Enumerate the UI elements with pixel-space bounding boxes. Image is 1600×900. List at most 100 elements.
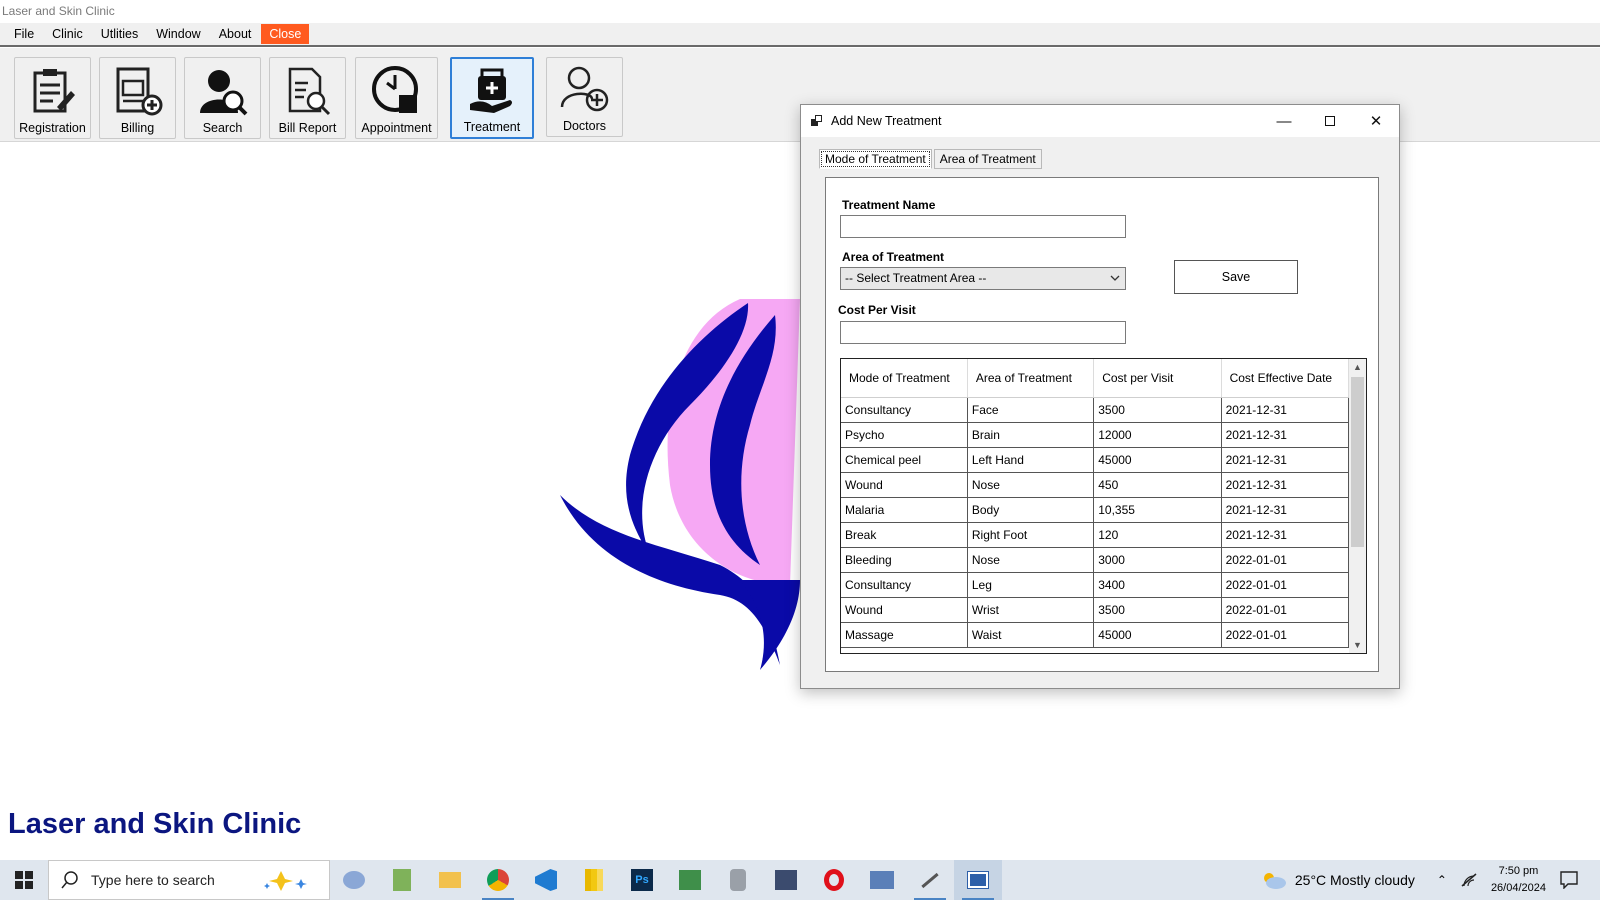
wifi-icon[interactable] [1461,873,1477,887]
appointment-button[interactable]: Appointment [355,57,438,139]
cell-cost[interactable]: 3000 [1093,547,1222,573]
cell-date[interactable]: 2021-12-31 [1221,472,1350,498]
cell-date[interactable]: 2021-12-31 [1221,397,1350,423]
table-row[interactable]: Chemical peel Left Hand 45000 2021-12-31 [841,447,1350,473]
taskbar-app-remote[interactable] [858,860,906,900]
close-button[interactable]: ✕ [1353,105,1399,137]
cost-per-visit-input[interactable] [840,321,1126,344]
table-row[interactable]: Wound Wrist 3500 2022-01-01 [841,597,1350,623]
taskbar-app-powerbi[interactable] [570,860,618,900]
cell-mode[interactable]: Chemical peel [841,447,968,473]
cell-date[interactable]: 2022-01-01 [1221,597,1350,623]
treatment-name-input[interactable] [840,215,1126,238]
billing-button[interactable]: Billing [99,57,176,139]
table-row[interactable]: Break Right Foot 120 2021-12-31 [841,522,1350,548]
taskbar-app-paint[interactable] [330,860,378,900]
cell-cost[interactable]: 45000 [1093,622,1222,648]
cell-mode[interactable]: Bleeding [841,547,968,573]
cell-area[interactable]: Waist [967,622,1095,648]
col-cost-effective-date[interactable]: Cost Effective Date [1221,359,1350,398]
tab-mode-of-treatment[interactable]: Mode of Treatment [819,149,932,169]
cell-cost[interactable]: 45000 [1093,447,1222,473]
area-of-treatment-select[interactable]: -- Select Treatment Area -- [840,267,1126,290]
cell-date[interactable]: 2022-01-01 [1221,547,1350,573]
table-row[interactable]: Consultancy Face 3500 2021-12-31 [841,397,1350,423]
taskbar-app-notepad[interactable] [378,860,426,900]
menu-utilities[interactable]: Utlities [93,24,147,44]
table-row[interactable]: Bleeding Nose 3000 2022-01-01 [841,547,1350,573]
cell-cost[interactable]: 120 [1093,522,1222,548]
col-mode-of-treatment[interactable]: Mode of Treatment [841,359,968,398]
cell-area[interactable]: Left Hand [967,447,1095,473]
cell-mode[interactable]: Break [841,522,968,548]
maximize-button[interactable] [1307,105,1353,137]
scroll-down-icon[interactable]: ▼ [1349,637,1366,653]
taskbar-app-opera[interactable] [810,860,858,900]
cell-area[interactable]: Brain [967,422,1095,448]
minimize-button[interactable]: — [1261,105,1307,137]
doctors-button[interactable]: Doctors [546,57,623,137]
cell-cost[interactable]: 3500 [1093,597,1222,623]
cell-area[interactable]: Wrist [967,597,1095,623]
menu-close[interactable]: Close [261,24,310,44]
scroll-up-icon[interactable]: ▲ [1349,359,1366,375]
table-row[interactable]: Malaria Body 10,355 2021-12-31 [841,497,1350,523]
save-button[interactable]: Save [1174,260,1298,294]
cell-cost[interactable]: 3500 [1093,397,1222,423]
taskbar-app-sql-studio[interactable] [762,860,810,900]
cell-mode[interactable]: Consultancy [841,572,968,598]
cell-cost[interactable]: 10,355 [1093,497,1222,523]
notification-icon[interactable] [1560,871,1578,889]
cell-area[interactable]: Face [967,397,1095,423]
table-row[interactable]: Consultancy Leg 3400 2022-01-01 [841,572,1350,598]
table-row[interactable]: Massage Waist 45000 2022-01-01 [841,622,1350,648]
bill-report-button[interactable]: Bill Report [269,57,346,139]
search-button[interactable]: Search [184,57,261,139]
menu-clinic[interactable]: Clinic [44,24,91,44]
table-row[interactable]: Psycho Brain 12000 2021-12-31 [841,422,1350,448]
table-row[interactable]: Wound Nose 450 2021-12-31 [841,472,1350,498]
weather-text[interactable]: 25°C Mostly cloudy [1295,872,1415,888]
cell-mode[interactable]: Wound [841,472,968,498]
menu-about[interactable]: About [211,24,260,44]
cell-cost[interactable]: 450 [1093,472,1222,498]
cell-date[interactable]: 2021-12-31 [1221,447,1350,473]
cell-mode[interactable]: Psycho [841,422,968,448]
registration-button[interactable]: Registration [14,57,91,139]
system-clock[interactable]: 7:50 pm 26/04/2024 [1491,863,1546,897]
start-button[interactable] [0,860,48,900]
cell-date[interactable]: 2021-12-31 [1221,422,1350,448]
tab-area-of-treatment[interactable]: Area of Treatment [933,149,1042,169]
cell-mode[interactable]: Massage [841,622,968,648]
cell-date[interactable]: 2021-12-31 [1221,522,1350,548]
taskbar-app-vscode[interactable] [522,860,570,900]
taskbar-app-excel-tool[interactable] [666,860,714,900]
treatment-button[interactable]: Treatment [450,57,534,139]
taskbar-search[interactable]: Type here to search [48,860,330,900]
tray-chevron-up-icon[interactable]: ⌃ [1437,873,1447,887]
col-area-of-treatment[interactable]: Area of Treatment [967,359,1095,398]
menu-file[interactable]: File [6,24,42,44]
cell-area[interactable]: Nose [967,472,1095,498]
menu-window[interactable]: Window [148,24,208,44]
scroll-thumb[interactable] [1351,377,1364,547]
cell-cost[interactable]: 3400 [1093,572,1222,598]
taskbar-app-photoshop[interactable]: Ps [618,860,666,900]
taskbar-app-clinic[interactable] [954,860,1002,900]
taskbar-app-explorer[interactable] [426,860,474,900]
cell-mode[interactable]: Wound [841,597,968,623]
cell-mode[interactable]: Malaria [841,497,968,523]
taskbar-app-chrome[interactable] [474,860,522,900]
cell-date[interactable]: 2021-12-31 [1221,497,1350,523]
cell-area[interactable]: Leg [967,572,1095,598]
cell-area[interactable]: Body [967,497,1095,523]
taskbar-app-pen[interactable] [906,860,954,900]
col-cost-per-visit[interactable]: Cost per Visit [1093,359,1222,398]
grid-scrollbar[interactable]: ▲ ▼ [1349,359,1366,653]
cell-mode[interactable]: Consultancy [841,397,968,423]
cell-area[interactable]: Right Foot [967,522,1095,548]
cell-date[interactable]: 2022-01-01 [1221,622,1350,648]
cell-date[interactable]: 2022-01-01 [1221,572,1350,598]
cell-cost[interactable]: 12000 [1093,422,1222,448]
treatment-grid[interactable]: Mode of Treatment Area of Treatment Cost… [840,358,1367,654]
